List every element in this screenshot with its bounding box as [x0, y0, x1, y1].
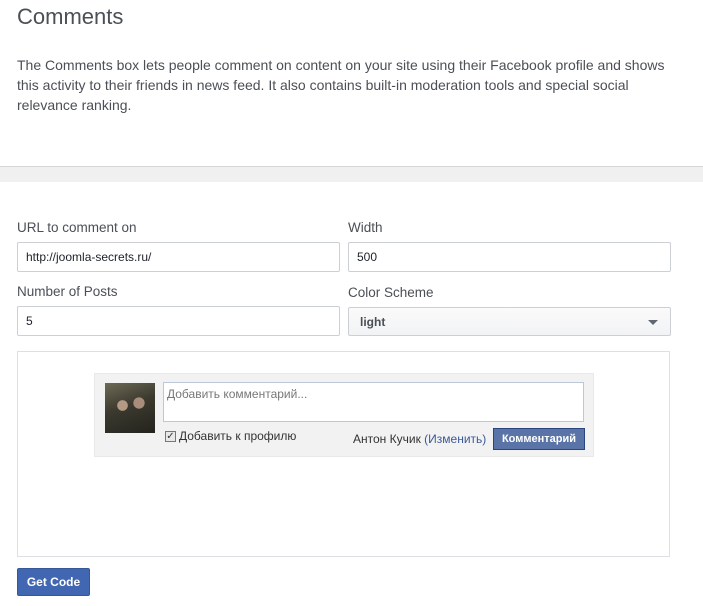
comments-configurator: Comments The Comments box lets people co… — [0, 0, 703, 606]
url-input[interactable]: http://joomla-secrets.ru/ — [17, 242, 340, 272]
author-name: Антон Кучик — [353, 432, 421, 446]
posts-label: Number of Posts — [17, 284, 118, 299]
color-scheme-label: Color Scheme — [348, 285, 434, 300]
width-input[interactable]: 500 — [348, 242, 671, 272]
author-line: Антон Кучик (Изменить) — [353, 432, 486, 446]
submit-comment-button[interactable]: Комментарий — [493, 428, 585, 450]
comments-plugin: Добавить комментарий... ✓ Добавить к про… — [94, 373, 594, 457]
get-code-button[interactable]: Get Code — [17, 568, 90, 596]
add-to-profile-label: Добавить к профилю — [179, 429, 297, 443]
page-description: The Comments box lets people comment on … — [17, 57, 665, 113]
page-title: Comments — [17, 4, 124, 29]
url-label: URL to comment on — [17, 220, 137, 235]
color-scheme-select[interactable]: light — [348, 307, 671, 336]
posts-input[interactable]: 5 — [17, 306, 340, 336]
section-divider — [0, 166, 703, 182]
avatar — [105, 383, 155, 433]
color-scheme-value: light — [360, 314, 386, 329]
width-label: Width — [348, 220, 383, 235]
chevron-down-icon — [648, 320, 658, 325]
comment-input[interactable]: Добавить комментарий... — [163, 382, 584, 422]
add-to-profile-checkbox[interactable]: ✓ — [165, 431, 176, 442]
change-link[interactable]: (Изменить) — [424, 432, 486, 446]
